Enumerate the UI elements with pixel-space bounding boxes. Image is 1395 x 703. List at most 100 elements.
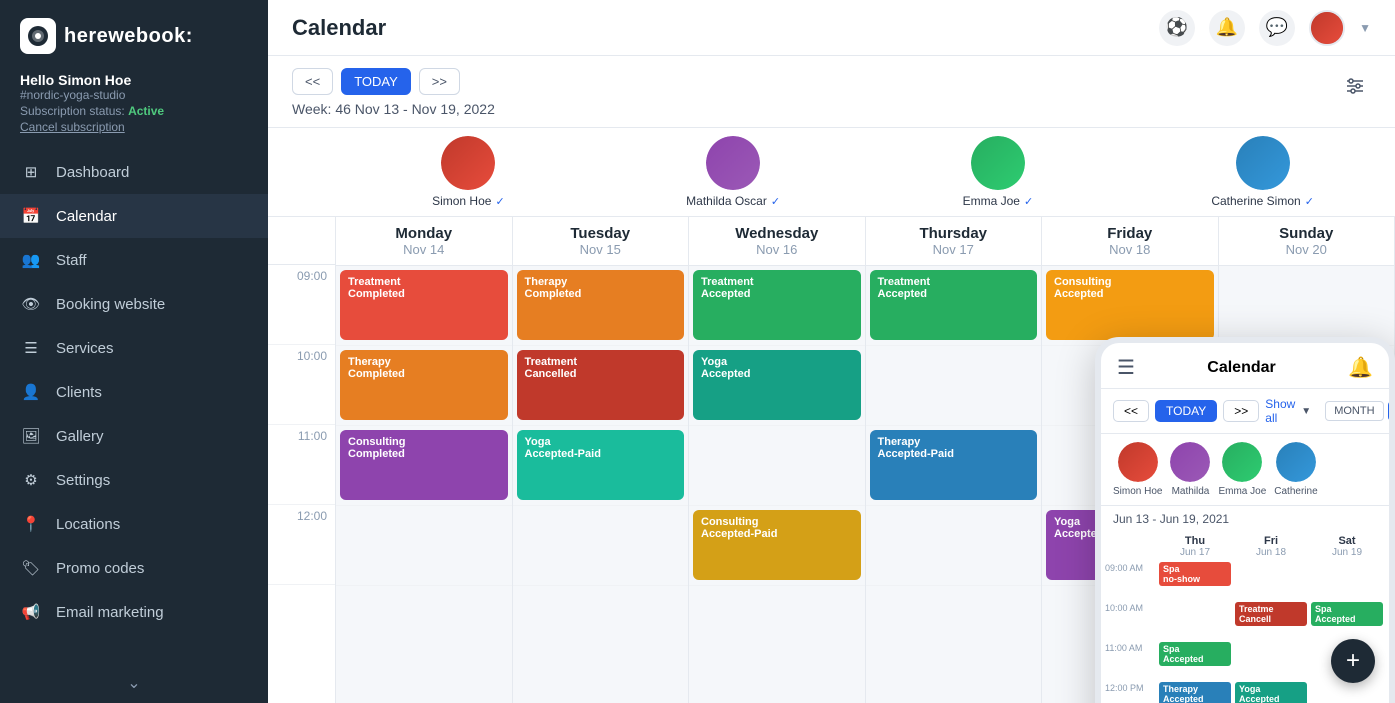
add-event-fab[interactable]: + [1331, 639, 1375, 683]
sidebar-item-booking[interactable]: 👁Booking website [0, 282, 268, 326]
staff-name-simon: Simon Hoe ✓ [432, 194, 505, 208]
subscription-status: Subscription status: Active [20, 102, 248, 120]
mob-event-therapy-accepted[interactable]: TherapyAccepted [1159, 682, 1231, 703]
sidebar-item-gallery[interactable]: 🖼 Gallery [0, 414, 268, 458]
mob-staff-name-simon: Simon Hoe [1113, 486, 1162, 497]
logo-text: herewebook: [64, 25, 193, 48]
gallery-icon: 🖼 [20, 427, 42, 445]
prev-week-btn[interactable]: << [292, 68, 333, 95]
filter-icon-btn[interactable] [1339, 70, 1371, 102]
today-btn[interactable]: TODAY [341, 68, 411, 95]
sidebar-item-staff[interactable]: 👥Staff [0, 238, 268, 282]
staff-name-mathilda: Mathilda Oscar ✓ [686, 194, 780, 208]
mob-day-thu: Thu Jun 17 [1157, 532, 1233, 561]
sidebar-expand-btn[interactable]: ⌄ [0, 663, 268, 703]
time-12: 12:00 [268, 505, 335, 585]
event-consulting-accepted-fri[interactable]: ConsultingAccepted [1046, 270, 1214, 340]
sidebar-item-label-booking: Booking website [56, 296, 165, 313]
mob-month-btn[interactable]: MONTH [1325, 401, 1383, 421]
staff-avatar-emma [971, 136, 1025, 190]
event-treatment-completed-mon[interactable]: TreatmentCompleted [340, 270, 508, 340]
mob-week-btn[interactable]: WEEK [1388, 401, 1395, 421]
sidebar-item-label-settings: Settings [56, 472, 110, 489]
dashboard-icon: ⊞ [20, 163, 42, 181]
mob-event-spa-accepted-11[interactable]: SpaAccepted [1159, 642, 1231, 666]
event-consulting-accepted-paid-wed[interactable]: ConsultingAccepted-Paid [693, 510, 861, 580]
time-09: 09:00 [268, 265, 335, 345]
sidebar-item-clients[interactable]: 👤Clients [0, 370, 268, 414]
sidebar-item-label-clients: Clients [56, 384, 102, 401]
user-greeting: Hello Simon Hoe [20, 72, 248, 88]
slot-thu-11: TherapyAccepted-Paid [866, 426, 1042, 506]
mob-menu-icon[interactable]: ☰ [1117, 355, 1135, 380]
staff-mathilda: Mathilda Oscar ✓ [601, 136, 866, 216]
mob-event-yoga-accepted[interactable]: YogaAccepted [1235, 682, 1307, 703]
mob-event-treatment-cancelled[interactable]: TreatmeCancell [1235, 602, 1307, 626]
soccer-icon-btn[interactable]: ⚽ [1159, 10, 1195, 46]
sidebar-item-locations[interactable]: 📍Locations [0, 502, 268, 546]
day-slots-monday: TreatmentCompleted TherapyCompleted Cons… [336, 266, 512, 586]
staff-catherine: Catherine Simon ✓ [1130, 136, 1395, 216]
sidebar-nav: ⊞ Dashboard 📅Calendar👥Staff👁Booking websit… [0, 150, 268, 663]
mob-event-spa-noshow[interactable]: Spano-show [1159, 562, 1231, 586]
mob-staff-simon: Simon Hoe [1113, 442, 1162, 497]
slot-wed-12: ConsultingAccepted-Paid [689, 506, 865, 586]
sidebar-item-settings[interactable]: ⚙Settings [0, 458, 268, 502]
messages-btn[interactable]: 💬 [1259, 10, 1295, 46]
notification-bell-btn[interactable]: 🔔 [1209, 10, 1245, 46]
day-col-tuesday: Tuesday Nov 15 TherapyCompleted Treatmen… [513, 217, 690, 703]
event-therapy-completed-tue[interactable]: TherapyCompleted [517, 270, 685, 340]
slot-mon-12 [336, 506, 512, 586]
mob-staff-avatar-mathilda [1170, 442, 1210, 482]
mob-today-btn[interactable]: TODAY [1155, 400, 1217, 422]
sidebar-item-label-dashboard: Dashboard [56, 164, 129, 181]
locations-icon: 📍 [20, 515, 42, 533]
mob-show-all-arrow[interactable]: ▼ [1301, 406, 1311, 417]
mob-staff-name-catherine: Catherine [1274, 486, 1317, 497]
event-treatment-accepted-wed[interactable]: TreatmentAccepted [693, 270, 861, 340]
next-week-btn[interactable]: >> [419, 68, 460, 95]
event-therapy-completed-mon[interactable]: TherapyCompleted [340, 350, 508, 420]
calendar-area: 09:00 10:00 11:00 12:00 Monday Nov 14 Tr… [268, 217, 1395, 703]
staff-avatar-mathilda [706, 136, 760, 190]
mob-staff-emma: Emma Joe [1218, 442, 1266, 497]
slot-thu-10 [866, 346, 1042, 426]
mob-ev-fri-12: YogaAccepted [1233, 681, 1309, 703]
sidebar-item-promo[interactable]: 🏷Promo codes [0, 546, 268, 590]
calendar-toolbar: << TODAY >> Week: 46 Nov 13 - Nov 19, 20… [268, 56, 1395, 128]
user-avatar-btn[interactable] [1309, 10, 1345, 46]
staff-row: Simon Hoe ✓ Mathilda Oscar ✓ Emma Joe ✓ … [268, 128, 1395, 217]
mob-staff-mathilda: Mathilda [1170, 442, 1210, 497]
event-treatment-accepted-thu[interactable]: TreatmentAccepted [870, 270, 1038, 340]
event-yoga-accepted-wed[interactable]: YogaAccepted [693, 350, 861, 420]
event-consulting-completed-mon[interactable]: ConsultingCompleted [340, 430, 508, 500]
sidebar-item-dashboard[interactable]: ⊞ Dashboard [0, 150, 268, 194]
sidebar-item-email[interactable]: 📢Email marketing [0, 590, 268, 634]
mob-event-spa-accepted-10[interactable]: SpaAccepted [1311, 602, 1383, 626]
mob-prev-btn[interactable]: << [1113, 400, 1149, 422]
staff-name-catherine: Catherine Simon ✓ [1211, 194, 1314, 208]
day-name-sunday: Sunday [1223, 225, 1391, 242]
day-col-wednesday: Wednesday Nov 16 TreatmentAccepted YogaA… [689, 217, 866, 703]
event-yoga-accepted-paid-tue[interactable]: YogaAccepted-Paid [517, 430, 685, 500]
mob-next-btn[interactable]: >> [1223, 400, 1259, 422]
mob-ev-thu-11: SpaAccepted [1157, 641, 1233, 681]
mob-day-fri: Fri Jun 18 [1233, 532, 1309, 561]
sidebar-item-calendar[interactable]: 📅Calendar [0, 194, 268, 238]
event-therapy-accepted-paid-thu[interactable]: TherapyAccepted-Paid [870, 430, 1038, 500]
mob-ev-fri-10: TreatmeCancell [1233, 601, 1309, 641]
event-treatment-cancelled-tue[interactable]: TreatmentCancelled [517, 350, 685, 420]
day-header-monday: Monday Nov 14 [336, 217, 512, 266]
mob-bell-icon[interactable]: 🔔 [1348, 355, 1373, 380]
mob-show-all[interactable]: Show all [1265, 397, 1295, 425]
mob-ev-fri-11 [1233, 641, 1309, 681]
time-11: 11:00 [268, 425, 335, 505]
cancel-subscription-link[interactable]: Cancel subscription [20, 120, 248, 134]
day-header-wednesday: Wednesday Nov 16 [689, 217, 865, 266]
page-title: Calendar [292, 15, 386, 41]
mob-staff-row: Simon Hoe Mathilda Emma Joe [1101, 434, 1389, 506]
sidebar-item-services[interactable]: ☰Services [0, 326, 268, 370]
sidebar-item-label-gallery: Gallery [56, 428, 104, 445]
slot-thu-09: TreatmentAccepted [866, 266, 1042, 346]
day-header-sunday: Sunday Nov 20 [1219, 217, 1395, 266]
